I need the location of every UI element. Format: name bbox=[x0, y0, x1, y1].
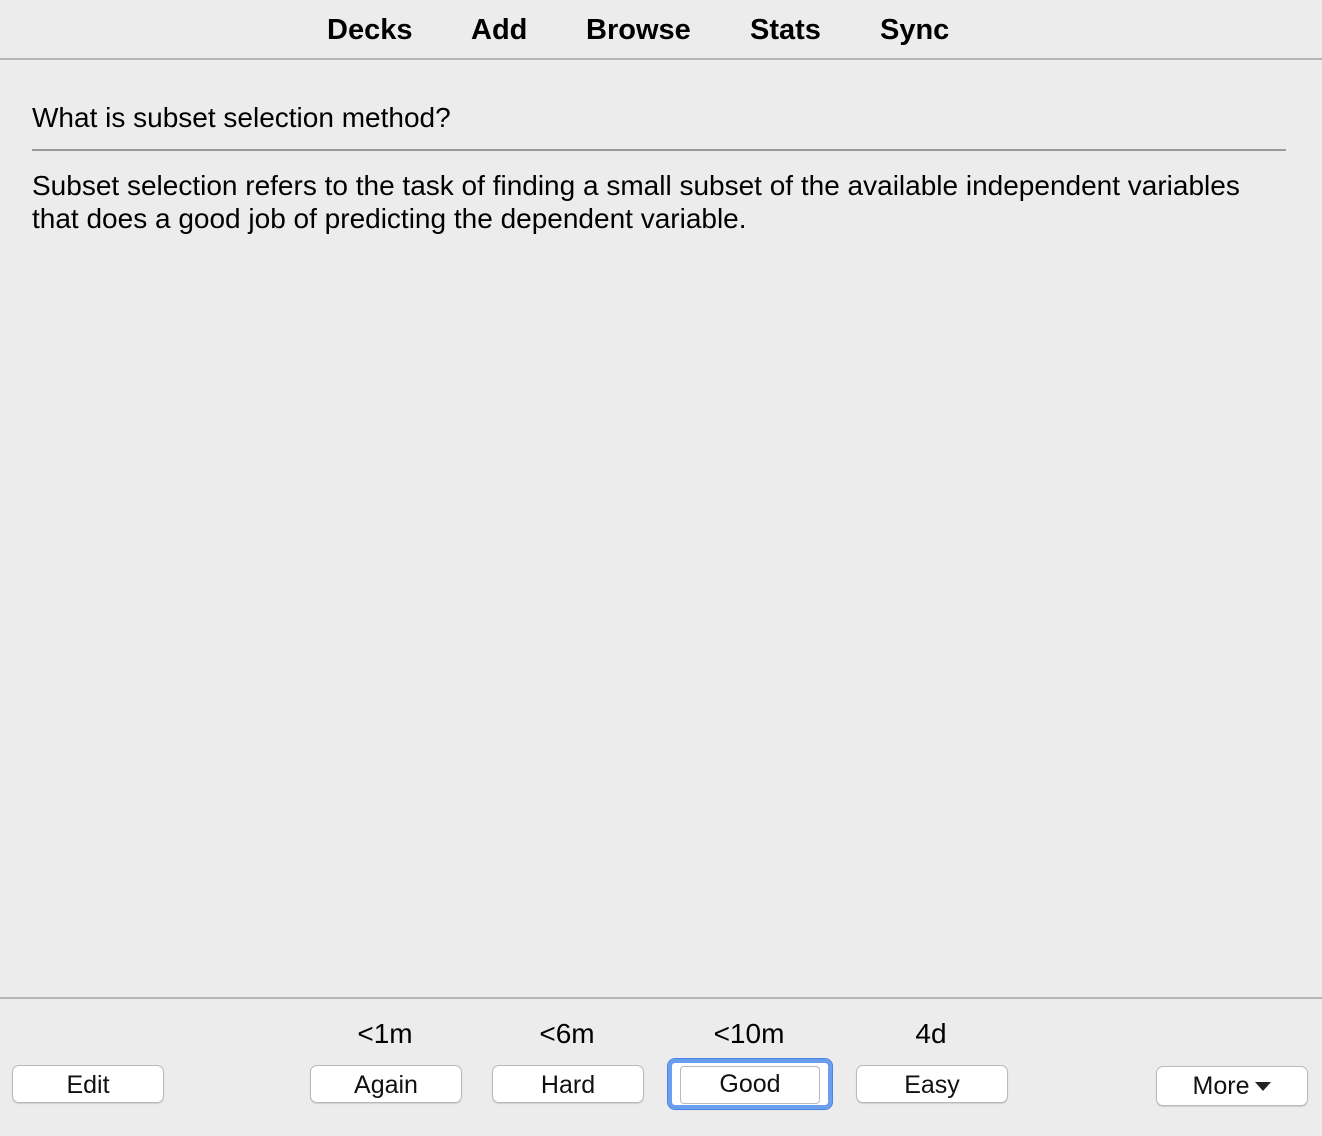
caret-down-icon bbox=[1255, 1081, 1272, 1091]
answer-bar: Edit <1m Again <6m Hard <10m Good 4d Eas… bbox=[0, 997, 1322, 1136]
browse-link[interactable]: Browse bbox=[586, 12, 691, 48]
good-button[interactable]: Good bbox=[667, 1058, 833, 1110]
card-content: What is subset selection method? Subset … bbox=[32, 96, 1286, 235]
decks-link[interactable]: Decks bbox=[327, 12, 412, 48]
top-toolbar: Decks Add Browse Stats Sync bbox=[0, 0, 1322, 60]
good-interval: <10m bbox=[713, 1018, 785, 1049]
sync-link[interactable]: Sync bbox=[880, 12, 949, 48]
edit-button[interactable]: Edit bbox=[12, 1065, 164, 1103]
good-button-label: Good bbox=[680, 1066, 820, 1104]
hard-button[interactable]: Hard bbox=[492, 1065, 644, 1103]
answer-divider bbox=[32, 149, 1286, 151]
more-button-label: More bbox=[1192, 1072, 1250, 1100]
again-interval: <1m bbox=[357, 1018, 413, 1049]
card-answer: Subset selection refers to the task of f… bbox=[32, 170, 1240, 234]
easy-interval: 4d bbox=[915, 1018, 947, 1049]
easy-button[interactable]: Easy bbox=[856, 1065, 1008, 1103]
hard-interval: <6m bbox=[539, 1018, 595, 1049]
card-question: What is subset selection method? bbox=[32, 102, 451, 133]
more-button[interactable]: More bbox=[1156, 1066, 1308, 1106]
add-link[interactable]: Add bbox=[471, 12, 527, 48]
again-button[interactable]: Again bbox=[310, 1065, 462, 1103]
stats-link[interactable]: Stats bbox=[750, 12, 821, 48]
